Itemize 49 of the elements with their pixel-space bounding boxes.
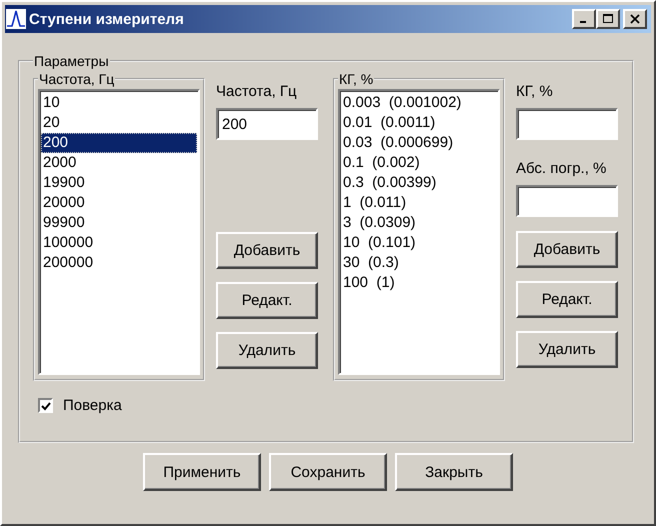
list-item[interactable]: 10 (0.101) — [341, 233, 497, 253]
field-label: Абс. погр., % — [516, 160, 608, 179]
field-label: КГ, % — [516, 83, 554, 102]
dialog-button[interactable]: Применить — [143, 453, 261, 491]
list-item[interactable]: 20 — [41, 113, 197, 133]
list-item[interactable]: 19900 — [41, 173, 197, 193]
list-item[interactable]: 20000 — [41, 193, 197, 213]
frequency-field[interactable]: 200 — [216, 108, 318, 140]
list-item[interactable]: 100000 — [41, 233, 197, 253]
list-item[interactable]: 100 (1) — [341, 273, 497, 293]
maximize-button[interactable] — [596, 9, 620, 29]
field-label: Частота, Гц — [216, 83, 298, 102]
list-button[interactable]: Редакт. — [216, 282, 318, 319]
dialog-button[interactable]: Закрыть — [395, 453, 513, 491]
list-button[interactable]: Редакт. — [516, 281, 618, 318]
list-item[interactable]: 200000 — [41, 253, 197, 273]
close-button[interactable] — [623, 9, 647, 29]
list-item[interactable]: 30 (0.3) — [341, 253, 497, 273]
list-title: Частота, Гц — [38, 71, 116, 87]
waveform-icon — [6, 8, 26, 30]
close-icon — [630, 14, 640, 24]
checkbox-label: Поверка — [63, 397, 122, 414]
list-item[interactable]: 3 (0.0309) — [341, 213, 497, 233]
error-field[interactable] — [516, 185, 618, 217]
list-item[interactable]: 2000 — [41, 153, 197, 173]
thd-list[interactable]: 0.003 (0.001002) 0.01 (0.0011) 0.03 (0.000699) 0.1 (0.002) 0.3 (0.00399) 1 (0.011) 3 (0.0309) 10 (0.101) 30 (0.3) 100 (1) — [338, 89, 500, 375]
group-title: Параметры — [33, 53, 110, 69]
list-item[interactable]: 0.01 (0.0011) — [341, 113, 497, 133]
maximize-icon — [603, 14, 613, 24]
checkbox[interactable] — [38, 398, 53, 413]
thd-field[interactable] — [516, 108, 618, 140]
list-item[interactable]: 0.003 (0.001002) — [341, 93, 497, 113]
minimize-button[interactable] — [572, 9, 596, 29]
list-item[interactable]: 0.03 (0.000699) — [341, 133, 497, 153]
list-button[interactable]: Добавить — [516, 231, 618, 268]
list-button[interactable]: Удалить — [516, 331, 618, 368]
minimize-icon — [580, 21, 586, 23]
list-button[interactable]: Удалить — [216, 332, 318, 369]
list-button[interactable]: Добавить — [216, 232, 318, 269]
frequency-list[interactable]: 10 20 200 2000 19900 20000 99900 100000 200000 — [38, 89, 200, 375]
list-item[interactable]: 99900 — [41, 213, 197, 233]
list-item[interactable]: 1 (0.011) — [341, 193, 497, 213]
dialog-button[interactable]: Сохранить — [269, 453, 387, 491]
list-item[interactable]: 200 — [41, 133, 197, 153]
list-item[interactable]: 10 — [41, 93, 197, 113]
list-item[interactable]: 0.3 (0.00399) — [341, 173, 497, 193]
list-title: КГ, % — [338, 71, 374, 87]
list-item[interactable]: 0.1 (0.002) — [341, 153, 497, 173]
window-title: Ступени измерителя — [29, 10, 185, 28]
